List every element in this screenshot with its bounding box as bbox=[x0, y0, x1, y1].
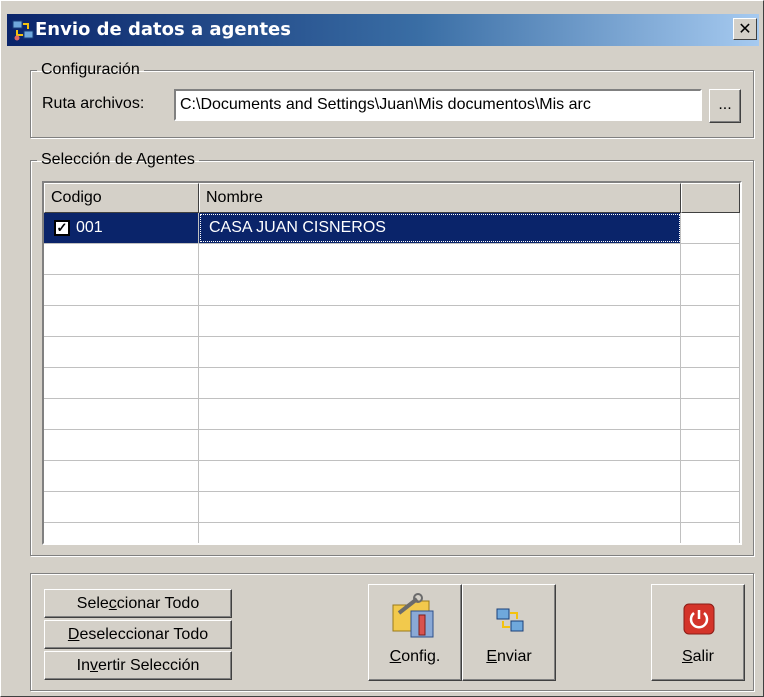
empty-cell bbox=[44, 523, 199, 543]
column-header-codigo[interactable]: Codigo bbox=[44, 183, 199, 213]
empty-cell bbox=[681, 275, 740, 305]
empty-row bbox=[44, 523, 740, 543]
empty-cell bbox=[199, 492, 681, 522]
empty-cell bbox=[199, 461, 681, 491]
empty-cell bbox=[681, 244, 740, 274]
empty-cell bbox=[44, 306, 199, 336]
empty-cell bbox=[199, 306, 681, 336]
empty-cell bbox=[681, 368, 740, 398]
invert-selection-button[interactable]: Invertir Selección bbox=[44, 651, 232, 680]
empty-cell bbox=[199, 337, 681, 367]
empty-cell bbox=[199, 244, 681, 274]
empty-row bbox=[44, 492, 740, 523]
cell-nombre[interactable]: CASA JUAN CISNEROS bbox=[199, 213, 681, 243]
empty-cell bbox=[681, 492, 740, 522]
empty-cell bbox=[681, 399, 740, 429]
app-icon bbox=[11, 18, 35, 42]
cell-codigo[interactable]: ✓ 001 bbox=[44, 213, 199, 243]
empty-cell bbox=[199, 368, 681, 398]
empty-cell bbox=[681, 523, 740, 543]
empty-cell bbox=[44, 430, 199, 460]
row-checkbox[interactable]: ✓ bbox=[54, 220, 70, 236]
invert-selection-label: Invertir Selección bbox=[76, 657, 200, 674]
close-button[interactable]: ✕ bbox=[733, 18, 757, 40]
nombre-value: CASA JUAN CISNEROS bbox=[209, 219, 386, 236]
title-bar[interactable]: Envio de datos a agentes ✕ bbox=[7, 14, 759, 46]
exit-label: Salir bbox=[681, 648, 714, 665]
empty-row bbox=[44, 368, 740, 399]
empty-cell bbox=[44, 275, 199, 305]
empty-cell bbox=[199, 523, 681, 543]
column-header-nombre[interactable]: Nombre bbox=[199, 183, 681, 213]
codigo-value: 001 bbox=[76, 219, 103, 236]
deselect-all-label: Deseleccionar Todo bbox=[67, 626, 209, 643]
send-button[interactable]: Enviar bbox=[462, 584, 556, 681]
config-label: Config. bbox=[389, 648, 441, 665]
exit-button[interactable]: Salir bbox=[651, 584, 745, 681]
deselect-all-button[interactable]: Deseleccionar Todo bbox=[44, 620, 232, 649]
empty-cell bbox=[44, 399, 199, 429]
empty-row bbox=[44, 275, 740, 306]
empty-row bbox=[44, 244, 740, 275]
empty-cell bbox=[44, 368, 199, 398]
column-header-filler bbox=[681, 183, 740, 213]
empty-cell bbox=[681, 337, 740, 367]
window-title: Envio de datos a agentes bbox=[35, 19, 291, 40]
empty-row bbox=[44, 306, 740, 337]
select-all-button[interactable]: Seleccionar Todo bbox=[44, 589, 232, 618]
empty-cell bbox=[44, 492, 199, 522]
grid-header: Codigo Nombre bbox=[44, 183, 740, 213]
empty-cell bbox=[681, 430, 740, 460]
select-all-label: Seleccionar Todo bbox=[76, 595, 200, 612]
empty-row bbox=[44, 461, 740, 492]
config-tools-icon bbox=[389, 593, 443, 644]
config-button[interactable]: Config. bbox=[368, 584, 462, 681]
empty-row bbox=[44, 399, 740, 430]
agents-grid[interactable]: Codigo Nombre ✓ 001 CASA JUAN CISNEROS bbox=[42, 181, 742, 545]
cell-empty bbox=[681, 213, 740, 243]
empty-cell bbox=[44, 244, 199, 274]
config-group-legend: Configuración bbox=[41, 61, 140, 78]
empty-cell bbox=[681, 306, 740, 336]
path-label: Ruta archivos: bbox=[42, 95, 145, 112]
send-transfer-icon bbox=[495, 607, 525, 640]
power-icon bbox=[683, 603, 715, 640]
path-input[interactable]: C:\Documents and Settings\Juan\Mis docum… bbox=[174, 89, 702, 121]
app-window: Envio de datos a agentes ✕ Configuración… bbox=[0, 0, 764, 697]
empty-cell bbox=[44, 461, 199, 491]
path-value: C:\Documents and Settings\Juan\Mis docum… bbox=[180, 96, 591, 113]
empty-cell bbox=[44, 337, 199, 367]
empty-cell bbox=[199, 399, 681, 429]
empty-cell bbox=[199, 430, 681, 460]
close-icon: ✕ bbox=[738, 19, 752, 38]
send-label: Enviar bbox=[486, 648, 532, 665]
browse-button[interactable]: ... bbox=[709, 89, 741, 123]
empty-row bbox=[44, 430, 740, 461]
empty-row bbox=[44, 337, 740, 368]
agents-group-legend: Selección de Agentes bbox=[41, 151, 195, 168]
empty-cell bbox=[199, 275, 681, 305]
table-row[interactable]: ✓ 001 CASA JUAN CISNEROS bbox=[44, 213, 740, 244]
check-icon: ✓ bbox=[56, 220, 68, 235]
empty-cell bbox=[681, 461, 740, 491]
browse-label: ... bbox=[718, 96, 732, 113]
